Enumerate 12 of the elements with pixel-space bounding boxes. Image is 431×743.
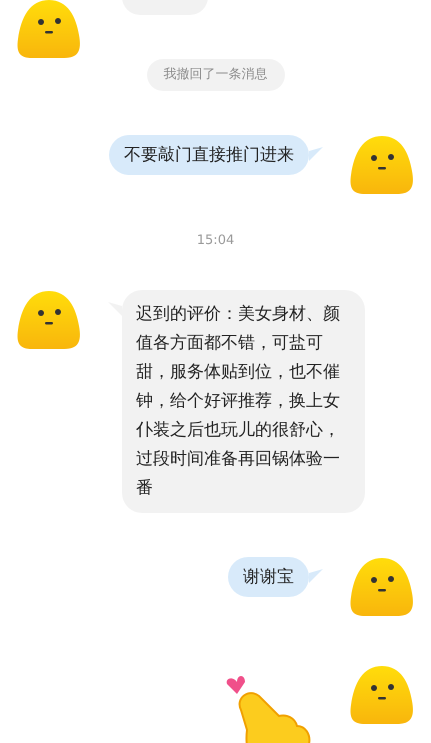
bubble-tail <box>309 146 323 160</box>
avatar-icon[interactable] <box>349 665 415 725</box>
message-bubble: 迟到的评价：美女身材、颜值各方面都不错，可盐可甜，服务体贴到位，也不催钟，给个好评推荐，换上女仆装之后也玩儿的很舒心，过段时间准备再回锅体验一番 <box>122 290 365 513</box>
avatar-icon[interactable] <box>16 290 82 350</box>
message-bubble: 不要敲门直接推门进来 <box>109 134 309 174</box>
avatar-icon[interactable] <box>16 0 82 59</box>
avatar-icon[interactable] <box>349 557 415 617</box>
recall-notice: 我撤回了一条消息 <box>146 59 284 90</box>
message-bubble: 谢谢宝 <box>228 557 309 597</box>
bubble-tail <box>309 569 323 583</box>
timestamp: 15:04 <box>196 232 234 250</box>
avatar-icon[interactable] <box>349 134 415 194</box>
